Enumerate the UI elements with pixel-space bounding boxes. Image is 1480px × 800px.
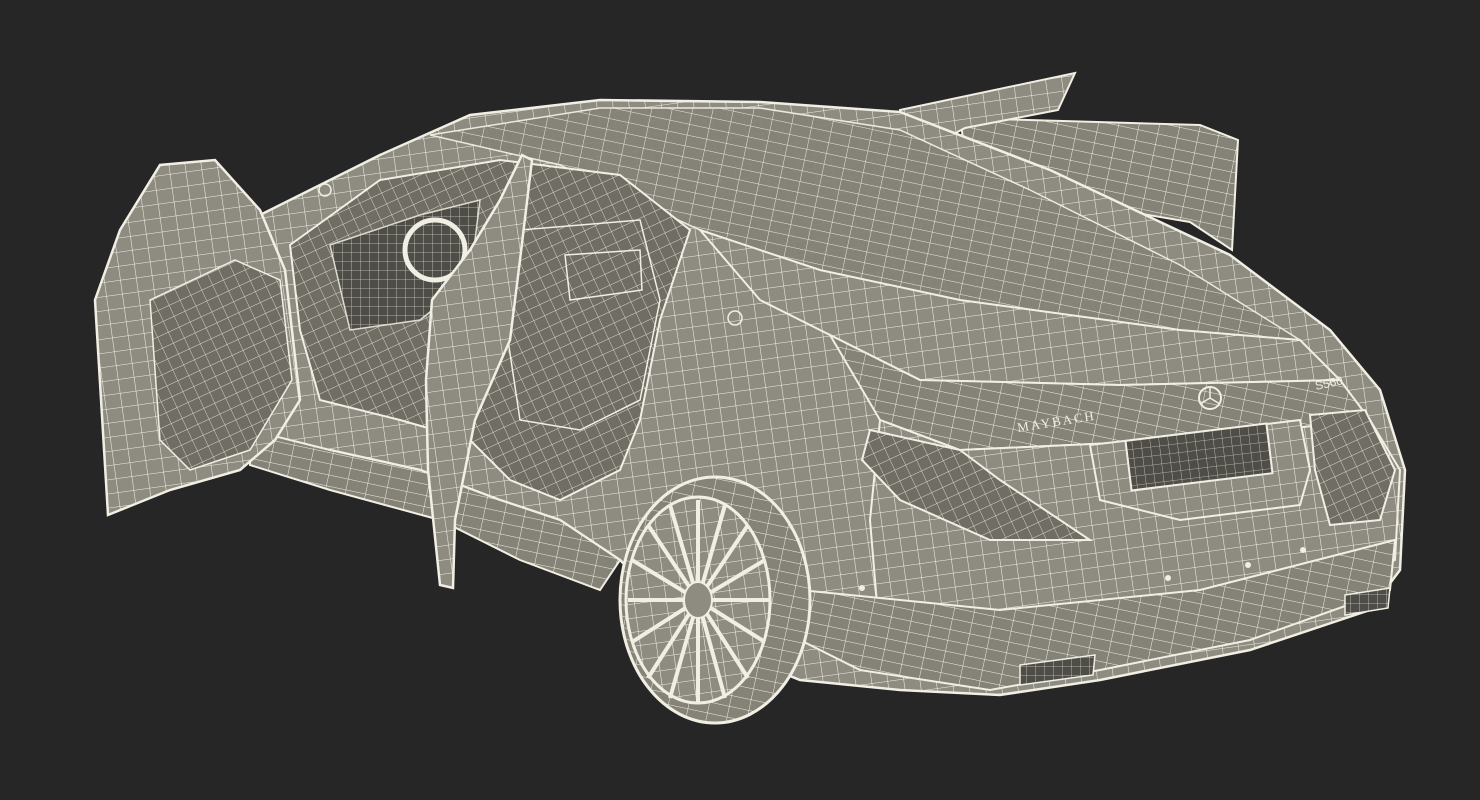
rear-wheel: [618, 475, 812, 725]
wheel-hub: [683, 581, 713, 619]
car-wireframe-render: MAYBACH S560: [93, 71, 1407, 725]
render-viewport: MAYBACH S560: [0, 0, 1480, 800]
